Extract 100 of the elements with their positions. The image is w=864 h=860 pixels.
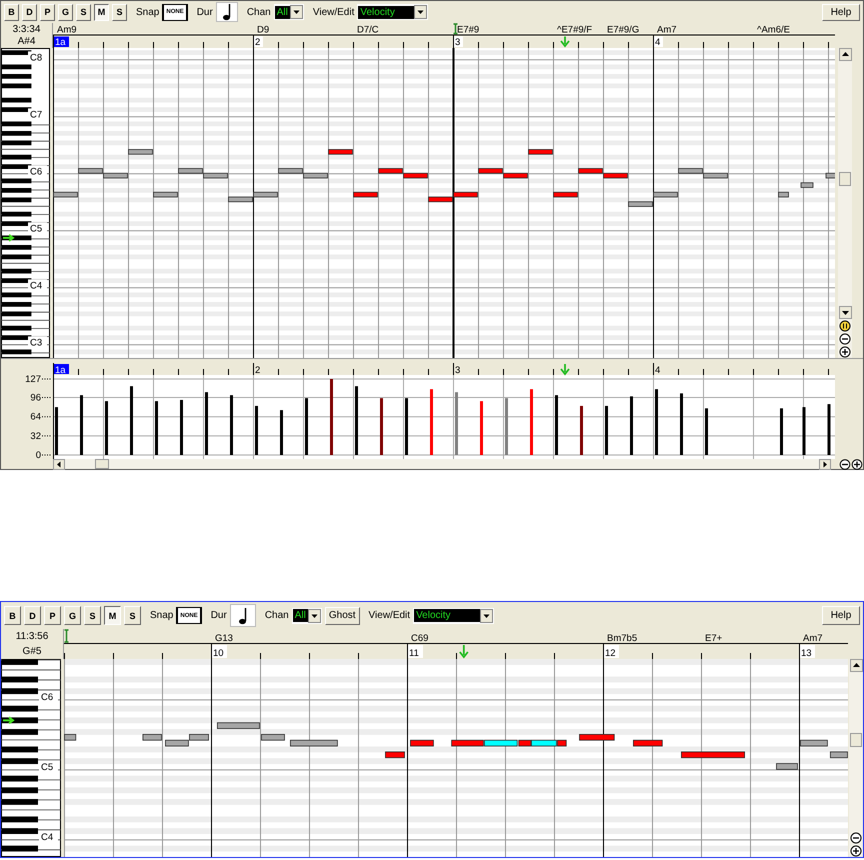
- note-bar[interactable]: [628, 201, 653, 207]
- note-bar[interactable]: [303, 172, 328, 178]
- scrollbar-thumb[interactable]: [850, 733, 862, 747]
- measure-number: 12: [604, 645, 619, 659]
- note-bar[interactable]: [830, 751, 848, 758]
- note-bar[interactable]: [633, 740, 663, 746]
- note-bar[interactable]: [579, 734, 615, 741]
- toolbar-button[interactable]: P: [44, 606, 61, 625]
- chord-symbol: Am7: [803, 633, 823, 644]
- piano-keyboard[interactable]: C6 C5 C4: [1, 659, 64, 857]
- note-bar[interactable]: [503, 172, 528, 178]
- toolbar-button[interactable]: M: [94, 4, 109, 20]
- toolbar-button[interactable]: M: [104, 606, 121, 625]
- timeline-ruler[interactable]: Am9 D9 D7/C E7#9 ^E7#9/F E7#9/G Am7 ^Am6/E 1a 2 3 4: [53, 23, 835, 48]
- view-edit-dropdown[interactable]: Velocity: [357, 4, 428, 20]
- note-bar[interactable]: [385, 751, 405, 758]
- duration-button[interactable]: [216, 2, 238, 22]
- note-bar[interactable]: [557, 740, 567, 746]
- note-bar[interactable]: [153, 192, 178, 198]
- note-bar[interactable]: [603, 172, 628, 178]
- note-bar[interactable]: [216, 722, 260, 729]
- note-bar[interactable]: [128, 149, 153, 155]
- note-bar[interactable]: [53, 192, 78, 198]
- toolbar-button[interactable]: B: [4, 4, 19, 20]
- toolbar-button[interactable]: G: [58, 4, 73, 20]
- note-bar[interactable]: [178, 168, 203, 174]
- measure-number: 3: [454, 364, 463, 376]
- note-bar[interactable]: [528, 149, 553, 155]
- zoom-out-icon[interactable]: [839, 333, 851, 345]
- note-bar[interactable]: [328, 149, 353, 155]
- note-bar[interactable]: [142, 734, 162, 741]
- note-bar[interactable]: [278, 168, 303, 174]
- zoom-in-icon[interactable]: [839, 346, 851, 358]
- scrollbar-thumb[interactable]: [94, 459, 109, 469]
- toolbar-button[interactable]: D: [24, 606, 41, 625]
- note-bar[interactable]: [103, 172, 128, 178]
- toolbar-button[interactable]: G: [64, 606, 81, 625]
- note-bar[interactable]: [451, 740, 484, 746]
- note-bar[interactable]: [484, 740, 518, 746]
- note-bar[interactable]: [403, 172, 428, 178]
- measure-number: 13: [800, 645, 815, 659]
- piano-keyboard[interactable]: C8 C7 C6 C5 C4 C3: [1, 48, 53, 358]
- zoom-out-icon[interactable]: [850, 832, 862, 844]
- toolbar-button[interactable]: B: [4, 606, 21, 625]
- note-bar[interactable]: [531, 740, 557, 746]
- note-bar[interactable]: [776, 763, 798, 770]
- octave-label: C4: [28, 279, 47, 292]
- note-bar[interactable]: [453, 192, 478, 198]
- scroll-left-icon[interactable]: [52, 458, 65, 470]
- chord-symbol: E7#9/G: [607, 24, 640, 36]
- toolbar-button[interactable]: S: [112, 4, 127, 20]
- scroll-right-icon[interactable]: [819, 458, 831, 470]
- note-bar[interactable]: [165, 740, 189, 746]
- help-button[interactable]: Help: [822, 606, 860, 625]
- note-bar[interactable]: [290, 740, 338, 746]
- note-bar[interactable]: [800, 182, 814, 188]
- note-bar[interactable]: [681, 751, 745, 758]
- note-bar[interactable]: [253, 192, 278, 198]
- toolbar-button[interactable]: S: [124, 606, 141, 625]
- scroll-up-icon[interactable]: [838, 48, 852, 61]
- toolbar-button[interactable]: S: [76, 4, 91, 20]
- note-bar[interactable]: [261, 734, 285, 741]
- note-bar[interactable]: [78, 168, 103, 174]
- note-bar[interactable]: [353, 192, 378, 198]
- note-bar[interactable]: [228, 196, 253, 202]
- channel-dropdown[interactable]: All: [274, 4, 304, 20]
- note-bar[interactable]: [189, 734, 209, 741]
- note-bar[interactable]: [553, 192, 578, 198]
- channel-dropdown[interactable]: All: [292, 608, 322, 624]
- note-bar[interactable]: [678, 168, 703, 174]
- down-arrow-icon: [560, 36, 570, 48]
- note-bar[interactable]: [64, 734, 76, 741]
- scroll-up-icon[interactable]: [850, 659, 862, 672]
- toolbar-button[interactable]: S: [84, 606, 101, 625]
- zoom-in-icon[interactable]: [850, 845, 862, 857]
- note-bar[interactable]: [410, 740, 434, 746]
- scroll-down-icon[interactable]: [838, 306, 852, 319]
- note-bar[interactable]: [653, 192, 678, 198]
- note-bar[interactable]: [203, 172, 228, 178]
- circle-icon[interactable]: [839, 320, 851, 332]
- zoom-in-icon[interactable]: [851, 458, 863, 470]
- cursor-marker-icon[interactable]: [64, 629, 70, 643]
- scrollbar-thumb[interactable]: [838, 172, 850, 186]
- timeline-ruler[interactable]: G13 C69 Bm7b5 E7+ Am7 10 11 12 13: [64, 629, 848, 659]
- note-bar[interactable]: [703, 172, 728, 178]
- axis-tick-label: 0: [36, 450, 41, 459]
- help-button[interactable]: Help: [822, 4, 860, 20]
- toolbar-button[interactable]: D: [22, 4, 37, 20]
- chord-symbol: D9: [257, 24, 270, 36]
- duration-button[interactable]: [230, 604, 256, 627]
- position-readout: 11:3:56: [16, 631, 48, 642]
- note-bar[interactable]: [518, 740, 532, 746]
- note-bar[interactable]: [778, 192, 789, 198]
- view-edit-dropdown[interactable]: Velocity: [413, 608, 494, 624]
- cursor-marker-icon[interactable]: [452, 23, 458, 34]
- note-bar[interactable]: [428, 196, 453, 202]
- toolbar-button[interactable]: P: [40, 4, 55, 20]
- ghost-button[interactable]: Ghost: [324, 606, 360, 624]
- zoom-out-icon[interactable]: [839, 458, 851, 470]
- note-bar[interactable]: [800, 740, 828, 746]
